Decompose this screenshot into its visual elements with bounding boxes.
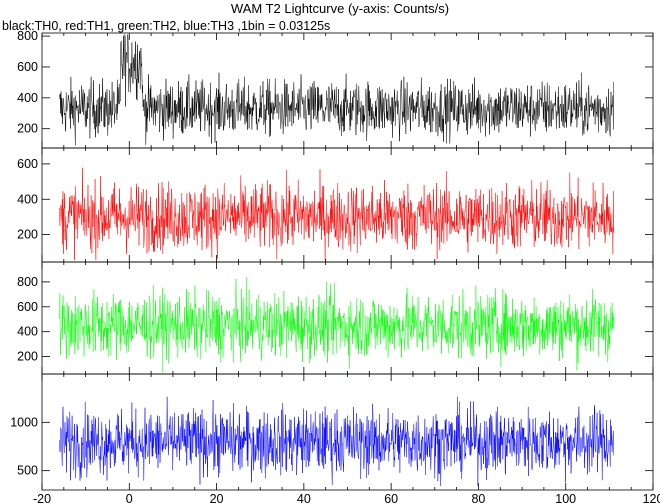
- x-tick-label: 120: [643, 492, 660, 504]
- y-tick-label: 1000: [10, 415, 38, 429]
- series-line-th1: [59, 167, 614, 261]
- y-tick-label: 500: [17, 464, 38, 478]
- panel-th3: 500 1000: [10, 373, 654, 491]
- y-tick-label: 200: [17, 350, 38, 364]
- x-tick-label: 0: [126, 492, 133, 504]
- series-line-th0: [59, 34, 614, 146]
- x-tick-label: 20: [210, 492, 224, 504]
- chart-subtitle: black:TH0, red:TH1, green:TH2, blue:TH3 …: [2, 19, 330, 33]
- y-tick-label: 400: [17, 325, 38, 339]
- x-tick-label: 60: [384, 492, 398, 504]
- panel-frame-th0: [41, 32, 654, 149]
- y-tick-label: 400: [17, 91, 38, 105]
- series-line-th2: [59, 276, 614, 374]
- y-tick-label: 200: [17, 228, 38, 242]
- x-tick-label: 80: [471, 492, 485, 504]
- x-tick-label: 40: [297, 492, 311, 504]
- y-tick-label: 800: [17, 275, 38, 289]
- y-tick-label: 200: [17, 122, 38, 136]
- lightcurve-figure: WAM T2 Lightcurve (y-axis: Counts/s) bla…: [2, 1, 660, 504]
- y-tick-label: 600: [17, 60, 38, 74]
- y-tick-label: 800: [17, 29, 38, 43]
- plot-area: 2004006008002004006002004006008005001000…: [10, 29, 660, 504]
- y-tick-label: 600: [17, 157, 38, 171]
- panel-th0: 200 400 600 800: [17, 29, 654, 149]
- series-line-th3: [59, 396, 614, 487]
- chart-title: WAM T2 Lightcurve (y-axis: Counts/s): [231, 1, 449, 16]
- panel-th2: 200 400 600 800: [17, 261, 654, 375]
- panel-th1: 200 400 600: [17, 147, 654, 263]
- x-tick-label: 100: [555, 492, 576, 504]
- y-tick-label: 600: [17, 300, 38, 314]
- x-tick-label: -20: [33, 492, 51, 504]
- y-tick-label: 400: [17, 192, 38, 206]
